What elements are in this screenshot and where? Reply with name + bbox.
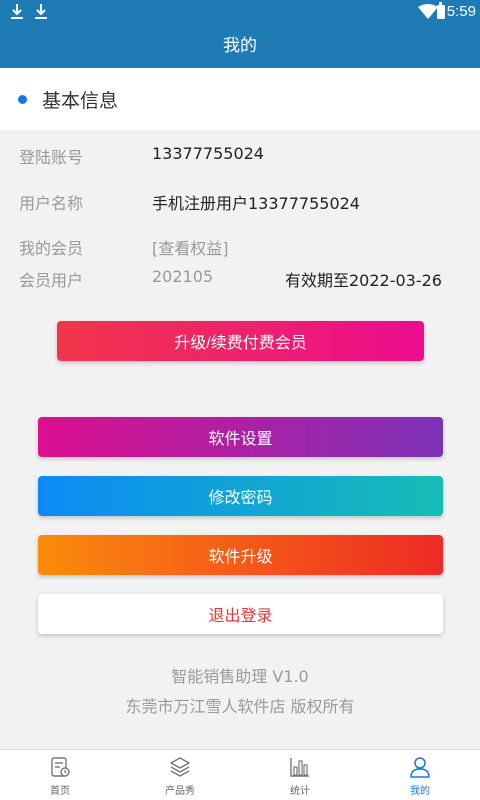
section-title: 基本信息	[42, 90, 119, 112]
copyright-text: 东莞市万江雪人软件店 版权所有	[125, 697, 355, 716]
logout-button[interactable]: 退出登录	[38, 594, 443, 634]
software-settings-button[interactable]: 软件设置	[38, 417, 443, 457]
home-doc-icon	[51, 757, 70, 777]
member-user-label: 会员用户	[19, 271, 84, 290]
change-password-button[interactable]: 修改密码	[38, 476, 443, 516]
app-version: 智能销售助理 V1.0	[171, 667, 309, 686]
download-icon	[35, 4, 47, 19]
clock: 5:59	[446, 3, 476, 20]
status-bar: 5:59	[0, 0, 480, 24]
user-icon	[410, 757, 430, 778]
tab-products[interactable]: 产品秀	[120, 750, 240, 800]
bar-chart-icon	[290, 758, 309, 777]
tab-home[interactable]: 首页	[0, 750, 120, 800]
account-value: 13377755024	[152, 144, 264, 163]
tab-statistics-label: 统计	[290, 786, 310, 797]
software-update-button[interactable]: 软件升级	[38, 535, 443, 575]
tab-statistics[interactable]: 统计	[240, 750, 360, 800]
layers-icon	[170, 757, 190, 777]
username-value: 手机注册用户13377755024	[152, 194, 360, 213]
member-user-value: 202105	[152, 267, 214, 286]
wifi-icon	[418, 4, 438, 19]
bottom-tab-bar: 首页 产品秀 统计 我的	[0, 749, 480, 800]
bullet-dot-icon	[18, 95, 27, 104]
page-title: 我的	[0, 24, 480, 68]
section-header: 基本信息	[0, 68, 480, 130]
tab-mine-label: 我的	[410, 786, 430, 797]
tab-home-label: 首页	[50, 786, 70, 797]
upgrade-membership-button[interactable]: 升级/续费付费会员	[57, 321, 424, 361]
membership-label: 我的会员	[19, 239, 84, 258]
tab-products-label: 产品秀	[165, 786, 195, 797]
expiry-date: 有效期至2022-03-26	[285, 271, 442, 290]
tab-mine[interactable]: 我的	[360, 750, 480, 800]
account-label: 登陆账号	[19, 148, 84, 167]
view-benefits-link[interactable]: [查看权益]	[152, 235, 229, 259]
download-icon	[11, 4, 23, 19]
username-label: 用户名称	[19, 194, 84, 213]
